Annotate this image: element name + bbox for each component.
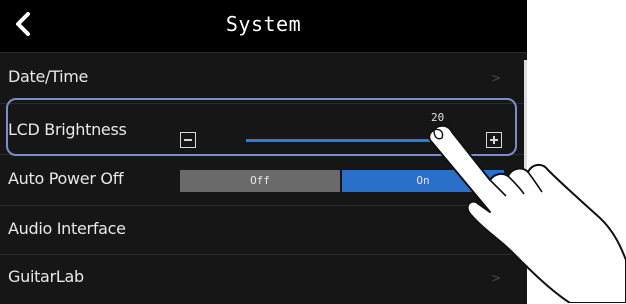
menu-item-label: Date/Time	[8, 67, 89, 86]
menu-item-label: GuitarLab	[8, 267, 84, 286]
page-title: System	[225, 12, 302, 36]
menu-item-label: Audio Interface	[8, 219, 126, 238]
menu-item-label: Auto Power Off	[8, 169, 124, 188]
chevron-right-icon: >	[490, 71, 501, 85]
title-bar: System	[0, 0, 527, 48]
menu-item-date-time[interactable]: Date/Time >	[0, 52, 527, 103]
auto-power-off-off-option[interactable]: Off	[180, 170, 340, 192]
hand-pointer-icon	[428, 124, 626, 303]
